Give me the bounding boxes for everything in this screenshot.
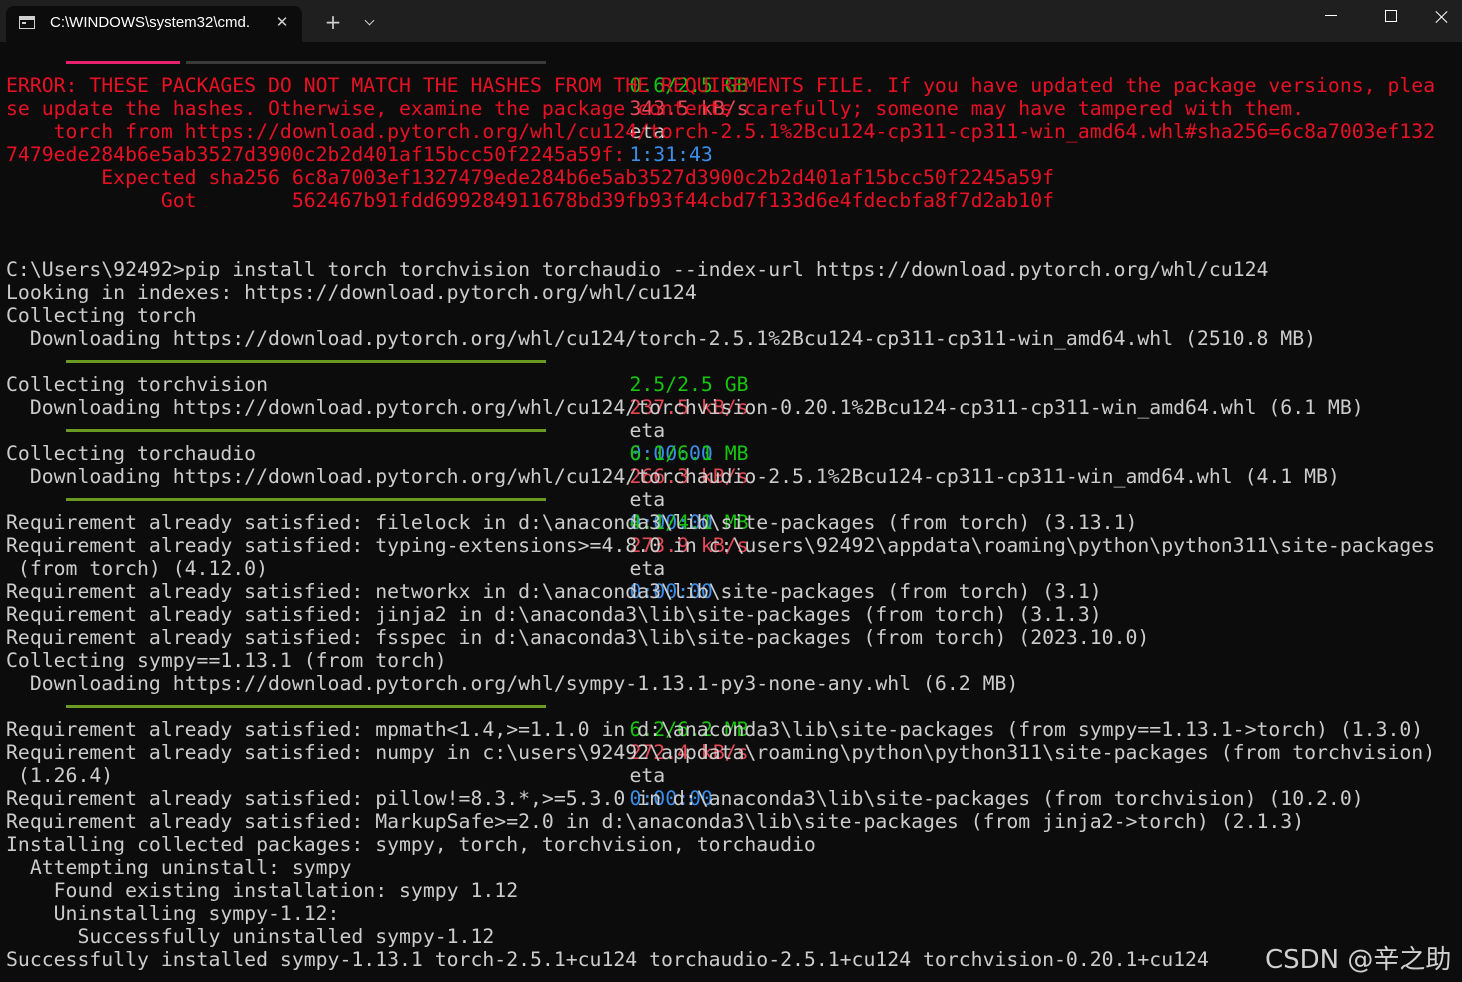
progress-eta: 1:31:43 xyxy=(629,143,713,166)
output-line: Collecting torchaudio xyxy=(6,442,257,465)
output-line: Requirement already satisfied: jinja2 in… xyxy=(6,603,1102,626)
output-line: Requirement already satisfied: mpmath<1.… xyxy=(6,718,1424,741)
watermark: CSDN @辛之助 xyxy=(1265,945,1452,975)
terminal-output[interactable]: 0.6/2.5 GB 343.5 kB/s eta 1:31:43 ERROR:… xyxy=(6,51,1456,977)
output-line: Requirement already satisfied: filelock … xyxy=(6,511,1138,534)
error-line: torch from https://download.pytorch.org/… xyxy=(6,120,1436,143)
tab-cmd[interactable]: C:\WINDOWS\system32\cmd. ✕ xyxy=(6,6,302,42)
error-line: Expected sha256 6c8a7003ef1327479ede284b… xyxy=(6,166,1055,189)
progress-bar-done xyxy=(66,705,546,708)
new-tab-button[interactable]: + xyxy=(318,8,348,36)
output-line: Collecting torch xyxy=(6,304,197,327)
error-line: ERROR: THESE PACKAGES DO NOT MATCH THE H… xyxy=(6,74,1436,97)
error-line: 7479ede284b6e5ab3527d3900c2b2d401af15bcc… xyxy=(6,143,626,166)
error-line: se update the hashes. Otherwise, examine… xyxy=(6,97,1305,120)
output-line: Downloading https://download.pytorch.org… xyxy=(6,327,1317,350)
output-line: Requirement already satisfied: typing-ex… xyxy=(6,534,1436,557)
output-line: Requirement already satisfied: networkx … xyxy=(6,580,1102,603)
eta-label: eta xyxy=(629,557,666,580)
chevron-down-icon[interactable] xyxy=(357,8,385,36)
progress-line-torchaudio: 4.1/4.1 MB 273.9 kB/s eta 0:00:00 xyxy=(6,488,1456,603)
error-line: Got 562467b91fdd699284911678bd39fb93f44c… xyxy=(6,189,1055,212)
progress-bar-done xyxy=(66,61,180,64)
output-line: Looking in indexes: https://download.pyt… xyxy=(6,281,697,304)
progress-line-top: 0.6/2.5 GB 343.5 kB/s eta 1:31:43 xyxy=(6,51,1456,166)
close-window-button[interactable] xyxy=(1419,0,1462,34)
title-bar: C:\WINDOWS\system32\cmd. ✕ + xyxy=(0,0,1462,42)
output-line: Successfully installed sympy-1.13.1 torc… xyxy=(6,948,1209,971)
output-line: Uninstalling sympy-1.12: xyxy=(6,902,340,925)
output-line: Downloading https://download.pytorch.org… xyxy=(6,672,1019,695)
console-icon xyxy=(19,16,35,29)
output-line: Requirement already satisfied: MarkupSaf… xyxy=(6,810,1305,833)
output-line: Successfully uninstalled sympy-1.12 xyxy=(6,925,495,948)
progress-bar-done xyxy=(66,429,546,432)
eta-label: eta xyxy=(629,764,666,787)
progress-line-torch: 2.5/2.5 GB 237.5 kB/s eta 0:00:00 xyxy=(6,350,1456,465)
output-line: Downloading https://download.pytorch.org… xyxy=(6,396,1364,419)
output-line: Collecting torchvision xyxy=(6,373,269,396)
progress-size: 2.5/2.5 GB xyxy=(629,373,749,396)
tab-title: C:\WINDOWS\system32\cmd. xyxy=(50,14,251,31)
close-icon[interactable]: ✕ xyxy=(272,10,292,34)
output-line: Requirement already satisfied: numpy in … xyxy=(6,741,1436,764)
output-line: Requirement already satisfied: fsspec in… xyxy=(6,626,1150,649)
output-line: Requirement already satisfied: pillow!=8… xyxy=(6,787,1364,810)
output-line: (from torch) (4.12.0) xyxy=(6,557,269,580)
command-line: C:\Users\92492>pip install torch torchvi… xyxy=(6,258,1269,281)
output-line: Downloading https://download.pytorch.org… xyxy=(6,465,1340,488)
maximize-button[interactable] xyxy=(1361,0,1419,34)
progress-bar-done xyxy=(66,498,546,501)
progress-size: 6.1/6.1 MB xyxy=(629,442,749,465)
output-line: Collecting sympy==1.13.1 (from torch) xyxy=(6,649,447,672)
progress-line-sympy: 6.2/6.2 MB 272.4 kB/s eta 0:00:00 xyxy=(6,695,1456,810)
progress-bar-remaining xyxy=(186,61,546,64)
output-line: (1.26.4) xyxy=(6,764,114,787)
output-line: Found existing installation: sympy 1.12 xyxy=(6,879,519,902)
minimize-button[interactable] xyxy=(1302,0,1360,34)
output-line: Installing collected packages: sympy, to… xyxy=(6,833,816,856)
progress-bar-done xyxy=(66,360,546,363)
progress-line-torchvision: 6.1/6.1 MB 266.3 kB/s eta 0:00:00 xyxy=(6,419,1456,534)
output-line: Attempting uninstall: sympy xyxy=(6,856,352,879)
